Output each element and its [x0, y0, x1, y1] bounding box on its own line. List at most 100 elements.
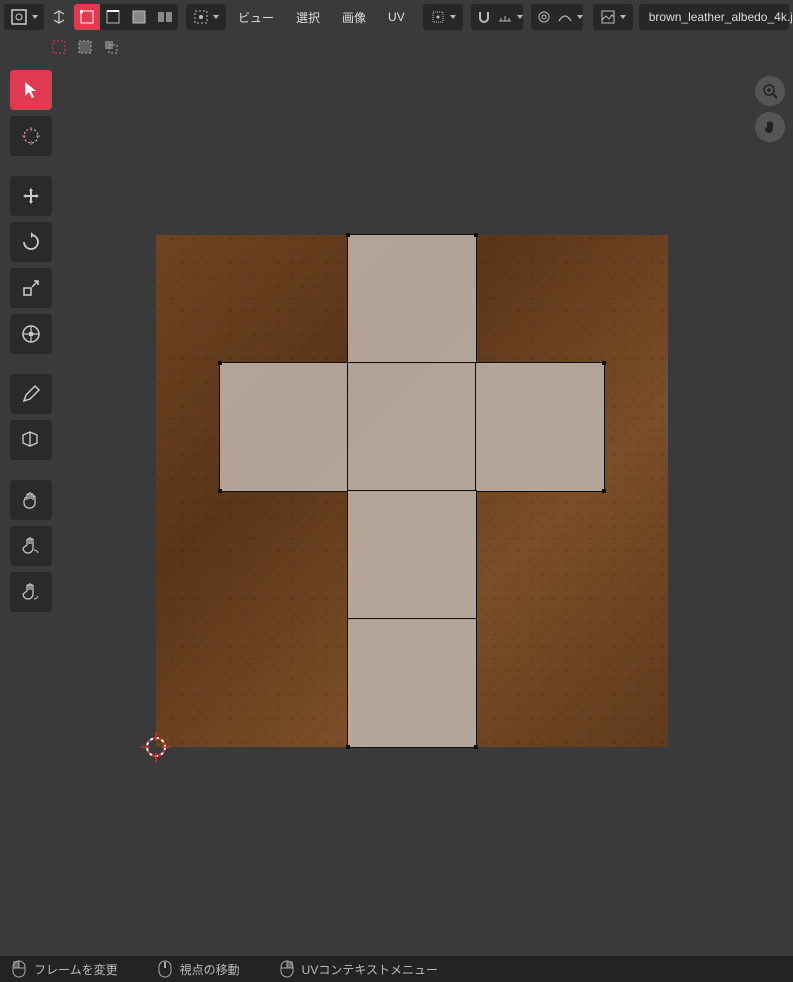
menu-uv-label: UV [388, 10, 405, 24]
falloff-dropdown[interactable] [557, 4, 583, 30]
pinch-icon [21, 582, 41, 602]
hint-uv-context: UVコンテキストメニュー [280, 960, 438, 978]
tool-column [10, 70, 52, 612]
image-selector[interactable] [593, 4, 633, 30]
uv-viewport[interactable] [0, 60, 793, 956]
vertex-select-button[interactable] [74, 4, 100, 30]
menu-view-label: ビュー [238, 9, 274, 26]
uv-face[interactable] [348, 619, 476, 747]
uv-vertex[interactable] [474, 233, 478, 237]
select-extend-icon [77, 39, 93, 55]
select-rect-icon [51, 39, 67, 55]
cursor-icon [20, 125, 42, 147]
uv-vertex[interactable] [602, 489, 606, 493]
select-extend-button[interactable] [74, 36, 96, 58]
header-row-2 [0, 34, 793, 60]
face-icon [131, 9, 147, 25]
magnifier-plus-icon [762, 83, 778, 99]
edge-select-button[interactable] [100, 4, 126, 30]
mouse-left-icon [12, 960, 26, 978]
uv-face[interactable] [220, 363, 348, 491]
viewport-nav [755, 76, 785, 142]
menu-view[interactable]: ビュー [228, 4, 284, 30]
mouse-right-icon [280, 960, 294, 978]
select-subtract-button[interactable] [100, 36, 122, 58]
uv-vertex[interactable] [218, 361, 222, 365]
uv-face[interactable] [348, 363, 476, 491]
relax-icon [21, 536, 41, 556]
tool-move[interactable] [10, 176, 52, 216]
zoom-button[interactable] [755, 76, 785, 106]
rotate-icon [21, 232, 41, 252]
edge-icon [105, 9, 121, 25]
menu-select-label: 選択 [296, 9, 320, 26]
uv-face[interactable] [348, 235, 476, 363]
editor-type-dropdown[interactable] [4, 4, 44, 30]
uv-vertex[interactable] [346, 233, 350, 237]
menu-image[interactable]: 画像 [332, 4, 376, 30]
island-icon [157, 9, 173, 25]
hint-move-view-label: 視点の移動 [180, 961, 240, 978]
tool-scale[interactable] [10, 268, 52, 308]
select-subtract-icon [103, 39, 119, 55]
uv-vertex[interactable] [218, 489, 222, 493]
tool-rip[interactable] [10, 420, 52, 460]
move-icon [21, 186, 41, 206]
sticky-select-dropdown[interactable] [186, 4, 226, 30]
uv-vertex[interactable] [474, 745, 478, 749]
uv-editor-icon [10, 8, 28, 26]
pan-button[interactable] [755, 112, 785, 142]
hand-pan-icon [762, 119, 778, 135]
tool-relax[interactable] [10, 526, 52, 566]
pencil-icon [21, 384, 41, 404]
select-mode-group [74, 4, 178, 30]
status-bar: フレームを変更 視点の移動 UVコンテキストメニュー [0, 956, 793, 982]
uv-face[interactable] [476, 363, 604, 491]
header-row-1: ビュー 選択 画像 UV [0, 0, 793, 34]
snap-group [471, 4, 523, 30]
image-name-text: brown_leather_albedo_4k.jpg [649, 10, 793, 24]
sticky-icon [193, 9, 209, 25]
tool-rotate[interactable] [10, 222, 52, 262]
island-select-button[interactable] [152, 4, 178, 30]
menu-uv[interactable]: UV [378, 4, 415, 30]
image-icon [600, 9, 616, 25]
sync-selection-button[interactable] [46, 4, 72, 30]
menu-image-label: 画像 [342, 9, 366, 26]
tool-cursor[interactable] [10, 116, 52, 156]
snap-toggle[interactable] [471, 4, 497, 30]
pivot-icon [430, 9, 446, 25]
menu-select[interactable]: 選択 [286, 4, 330, 30]
uv-vertex[interactable] [346, 745, 350, 749]
sync-icon [51, 9, 67, 25]
pivot-dropdown[interactable] [423, 4, 463, 30]
tool-select[interactable] [10, 70, 52, 110]
uv-vertex[interactable] [602, 361, 606, 365]
magnet-icon [476, 9, 492, 25]
hand-icon [21, 490, 41, 510]
uv-face[interactable] [348, 491, 476, 619]
hint-frame-change-label: フレームを変更 [34, 961, 118, 978]
rip-icon [20, 429, 42, 451]
tool-grab[interactable] [10, 480, 52, 520]
select-set-button[interactable] [48, 36, 70, 58]
proportional-icon [536, 9, 552, 25]
vertex-icon [79, 9, 95, 25]
image-name-field[interactable]: brown_leather_albedo_4k.jpg [639, 4, 789, 30]
hint-frame-change: フレームを変更 [12, 960, 118, 978]
tool-transform[interactable] [10, 314, 52, 354]
select-box-icon [21, 80, 41, 100]
hint-move-view: 視点の移動 [158, 960, 240, 978]
snap-increment-icon [497, 9, 513, 25]
tool-pinch[interactable] [10, 572, 52, 612]
hint-uv-context-label: UVコンテキストメニュー [302, 961, 438, 978]
scale-icon [21, 278, 41, 298]
falloff-icon [557, 9, 573, 25]
transform-icon [20, 323, 42, 345]
face-select-button[interactable] [126, 4, 152, 30]
mouse-middle-icon [158, 960, 172, 978]
tool-annotate[interactable] [10, 374, 52, 414]
snap-settings[interactable] [497, 4, 523, 30]
proportional-group [531, 4, 583, 30]
proportional-toggle[interactable] [531, 4, 557, 30]
